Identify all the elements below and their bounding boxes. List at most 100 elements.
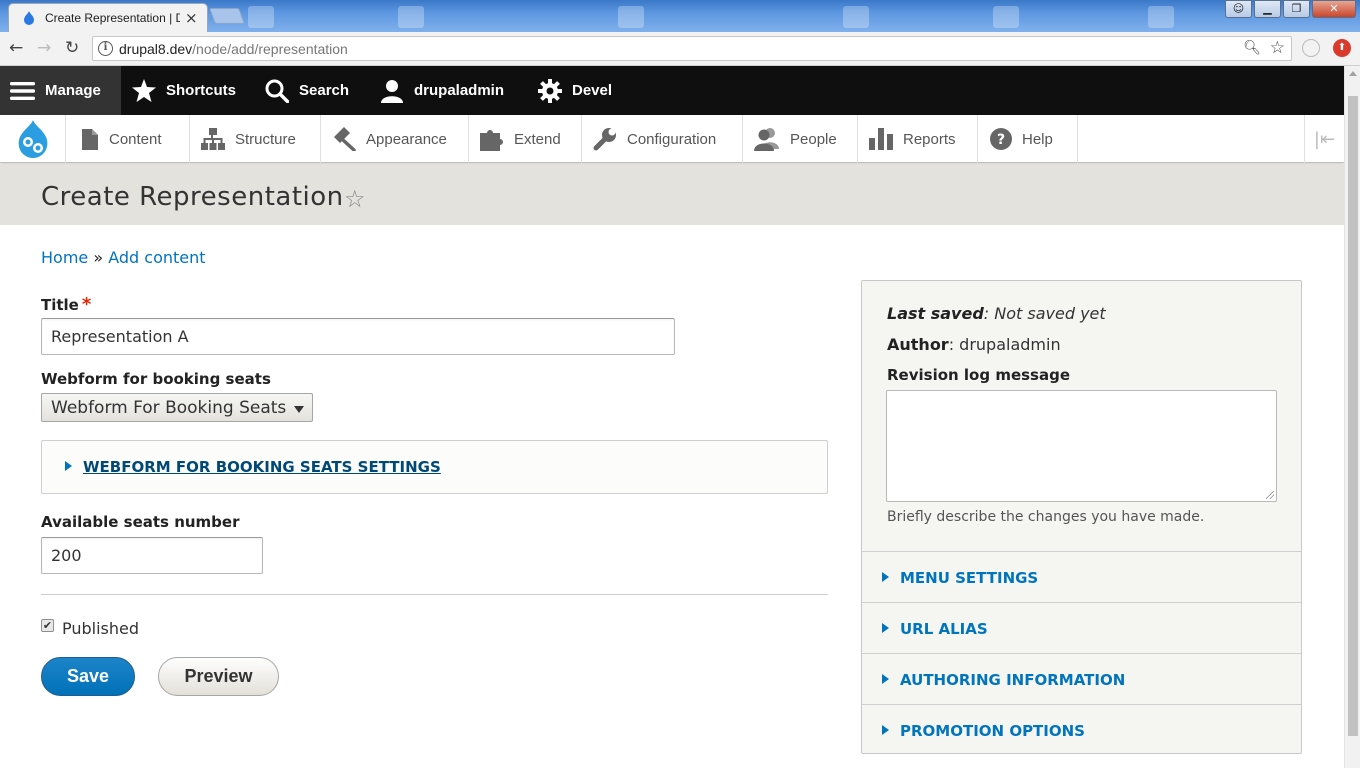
breadcrumb: Home » Add content (41, 248, 206, 267)
menu-settings-section[interactable]: MENU SETTINGS (862, 551, 1301, 602)
tray-item-people[interactable]: People (743, 115, 858, 163)
toolbar-devel-label: Devel (572, 82, 613, 99)
star-icon (132, 79, 156, 102)
promotion-options-section[interactable]: PROMOTION OPTIONS (862, 704, 1301, 755)
admin-tray: Content Structure Appearance Extend Conf… (0, 115, 1344, 163)
expand-triangle-icon (65, 461, 72, 471)
vertical-scrollbar[interactable] (1344, 66, 1360, 768)
user-icon (380, 79, 404, 103)
expand-triangle-icon (882, 623, 889, 633)
tray-orientation-toggle-icon[interactable]: |⇤ (1304, 115, 1344, 163)
hamburger-icon (10, 81, 35, 101)
webform-settings-summary[interactable]: WEBFORM FOR BOOKING SEATS SETTINGS (65, 458, 441, 476)
bar-chart-icon (869, 128, 893, 150)
url-alias-label: URL ALIAS (900, 620, 988, 638)
webform-settings-details: WEBFORM FOR BOOKING SEATS SETTINGS (41, 440, 828, 494)
revision-label: Revision log message (887, 366, 1071, 384)
search-icon (265, 79, 289, 103)
seats-label: Available seats number (41, 513, 240, 531)
authoring-information-section[interactable]: AUTHORING INFORMATION (862, 653, 1301, 704)
help-icon: ? (990, 128, 1012, 150)
toolbar-manage[interactable]: Manage (0, 66, 121, 115)
minimize-icon[interactable]: ▁ (1254, 0, 1281, 18)
scroll-up-arrow-icon[interactable] (1349, 71, 1357, 76)
tray-item-label: People (790, 130, 837, 148)
author-label: Author (887, 335, 949, 354)
maximize-icon[interactable]: ❐ (1283, 0, 1310, 18)
webform-label: Webform for booking seats (41, 370, 271, 388)
tray-item-content[interactable]: Content (67, 115, 190, 163)
url-text: drupal8.dev/node/add/representation (119, 41, 348, 57)
url-alias-section[interactable]: URL ALIAS (862, 602, 1301, 653)
new-tab-button[interactable] (209, 8, 245, 24)
user-profile-icon[interactable]: ☺ (1225, 0, 1252, 18)
scrollbar-thumb[interactable] (1348, 96, 1358, 736)
shortcut-star-icon[interactable]: ☆ (344, 185, 366, 213)
sitemap-icon (201, 128, 225, 150)
author-value: : drupaladmin (948, 335, 1061, 354)
paintbrush-icon (332, 127, 356, 151)
title-input-value: Representation A (51, 327, 189, 346)
wrench-icon (593, 127, 617, 151)
expand-triangle-icon (882, 674, 889, 684)
tray-item-configuration[interactable]: Configuration (582, 115, 743, 163)
webform-select[interactable]: Webform For Booking Seats (41, 393, 313, 422)
admin-toolbar: Manage Shortcuts Search drupaladmin Deve… (0, 66, 1344, 115)
back-icon[interactable]: ← (9, 38, 23, 58)
info-icon[interactable]: i (98, 41, 113, 56)
tray-item-structure[interactable]: Structure (190, 115, 321, 163)
seats-input-value: 200 (51, 546, 82, 565)
toolbar-user[interactable]: drupaladmin (380, 66, 504, 115)
browser-tabstrip: Create Representation | D × ☺ ▁ ❐ ✕ (0, 0, 1360, 32)
revision-log-textarea[interactable] (886, 390, 1277, 502)
browser-tab[interactable]: Create Representation | D × (8, 3, 208, 32)
toolbar-search[interactable]: Search (265, 66, 349, 115)
seats-input[interactable]: 200 (41, 537, 263, 574)
window-controls: ☺ ▁ ❐ ✕ (1225, 0, 1356, 18)
save-button[interactable]: Save (41, 657, 135, 696)
zoom-icon[interactable]: 🔍︎ (1243, 40, 1261, 56)
tray-item-label: Reports (903, 130, 956, 148)
expand-triangle-icon (882, 725, 889, 735)
toolbar-search-label: Search (299, 82, 350, 99)
people-icon (754, 127, 780, 151)
window-close-icon[interactable]: ✕ (1312, 0, 1356, 18)
tray-item-appearance[interactable]: Appearance (321, 115, 469, 163)
tray-item-label: Appearance (366, 130, 447, 148)
title-label: Title * (41, 294, 91, 315)
breadcrumb-separator: » (88, 248, 109, 267)
required-marker: * (81, 294, 92, 315)
resize-grip-icon[interactable] (1266, 491, 1274, 499)
browser-address-bar: ← → ↻ i drupal8.dev/node/add/representat… (0, 32, 1360, 66)
last-saved: Last saved: Not saved yet (887, 304, 1106, 323)
tray-item-extend[interactable]: Extend (469, 115, 582, 163)
extension-icon[interactable] (1302, 39, 1320, 57)
breadcrumb-home[interactable]: Home (41, 248, 88, 267)
toolbar-devel[interactable]: Devel (538, 66, 612, 115)
preview-button[interactable]: Preview (158, 657, 279, 696)
tab-close-icon[interactable]: × (185, 9, 198, 27)
expand-triangle-icon (882, 572, 889, 582)
tray-item-reports[interactable]: Reports (858, 115, 978, 163)
breadcrumb-add-content[interactable]: Add content (108, 248, 205, 267)
gear-icon (538, 78, 562, 103)
bookmark-star-icon[interactable]: ☆ (1270, 38, 1285, 58)
published-checkbox[interactable]: ✔ (41, 619, 54, 632)
toolbar-shortcuts[interactable]: Shortcuts (132, 66, 236, 115)
promotion-options-label: PROMOTION OPTIONS (900, 722, 1085, 740)
drupal-favicon-icon (24, 11, 34, 25)
meta-sidebar: Last saved: Not saved yet Author: drupal… (861, 280, 1302, 754)
forward-icon[interactable]: → (37, 38, 51, 58)
chevron-down-icon (294, 406, 304, 413)
tray-item-label: Structure (235, 130, 296, 148)
tray-item-label: Configuration (627, 130, 717, 148)
last-saved-value: : Not saved yet (983, 304, 1106, 323)
revision-description: Briefly describe the changes you have ma… (887, 509, 1205, 525)
tray-item-help[interactable]: ? Help (978, 115, 1078, 163)
reload-icon[interactable]: ↻ (65, 38, 79, 58)
menu-settings-label: MENU SETTINGS (900, 569, 1039, 587)
drupal-logo-icon[interactable] (0, 115, 66, 163)
url-input[interactable]: i drupal8.dev/node/add/representation 🔍︎… (92, 36, 1292, 61)
extension-red-icon[interactable]: ⬆ (1333, 39, 1351, 57)
title-input[interactable]: Representation A (41, 318, 675, 355)
